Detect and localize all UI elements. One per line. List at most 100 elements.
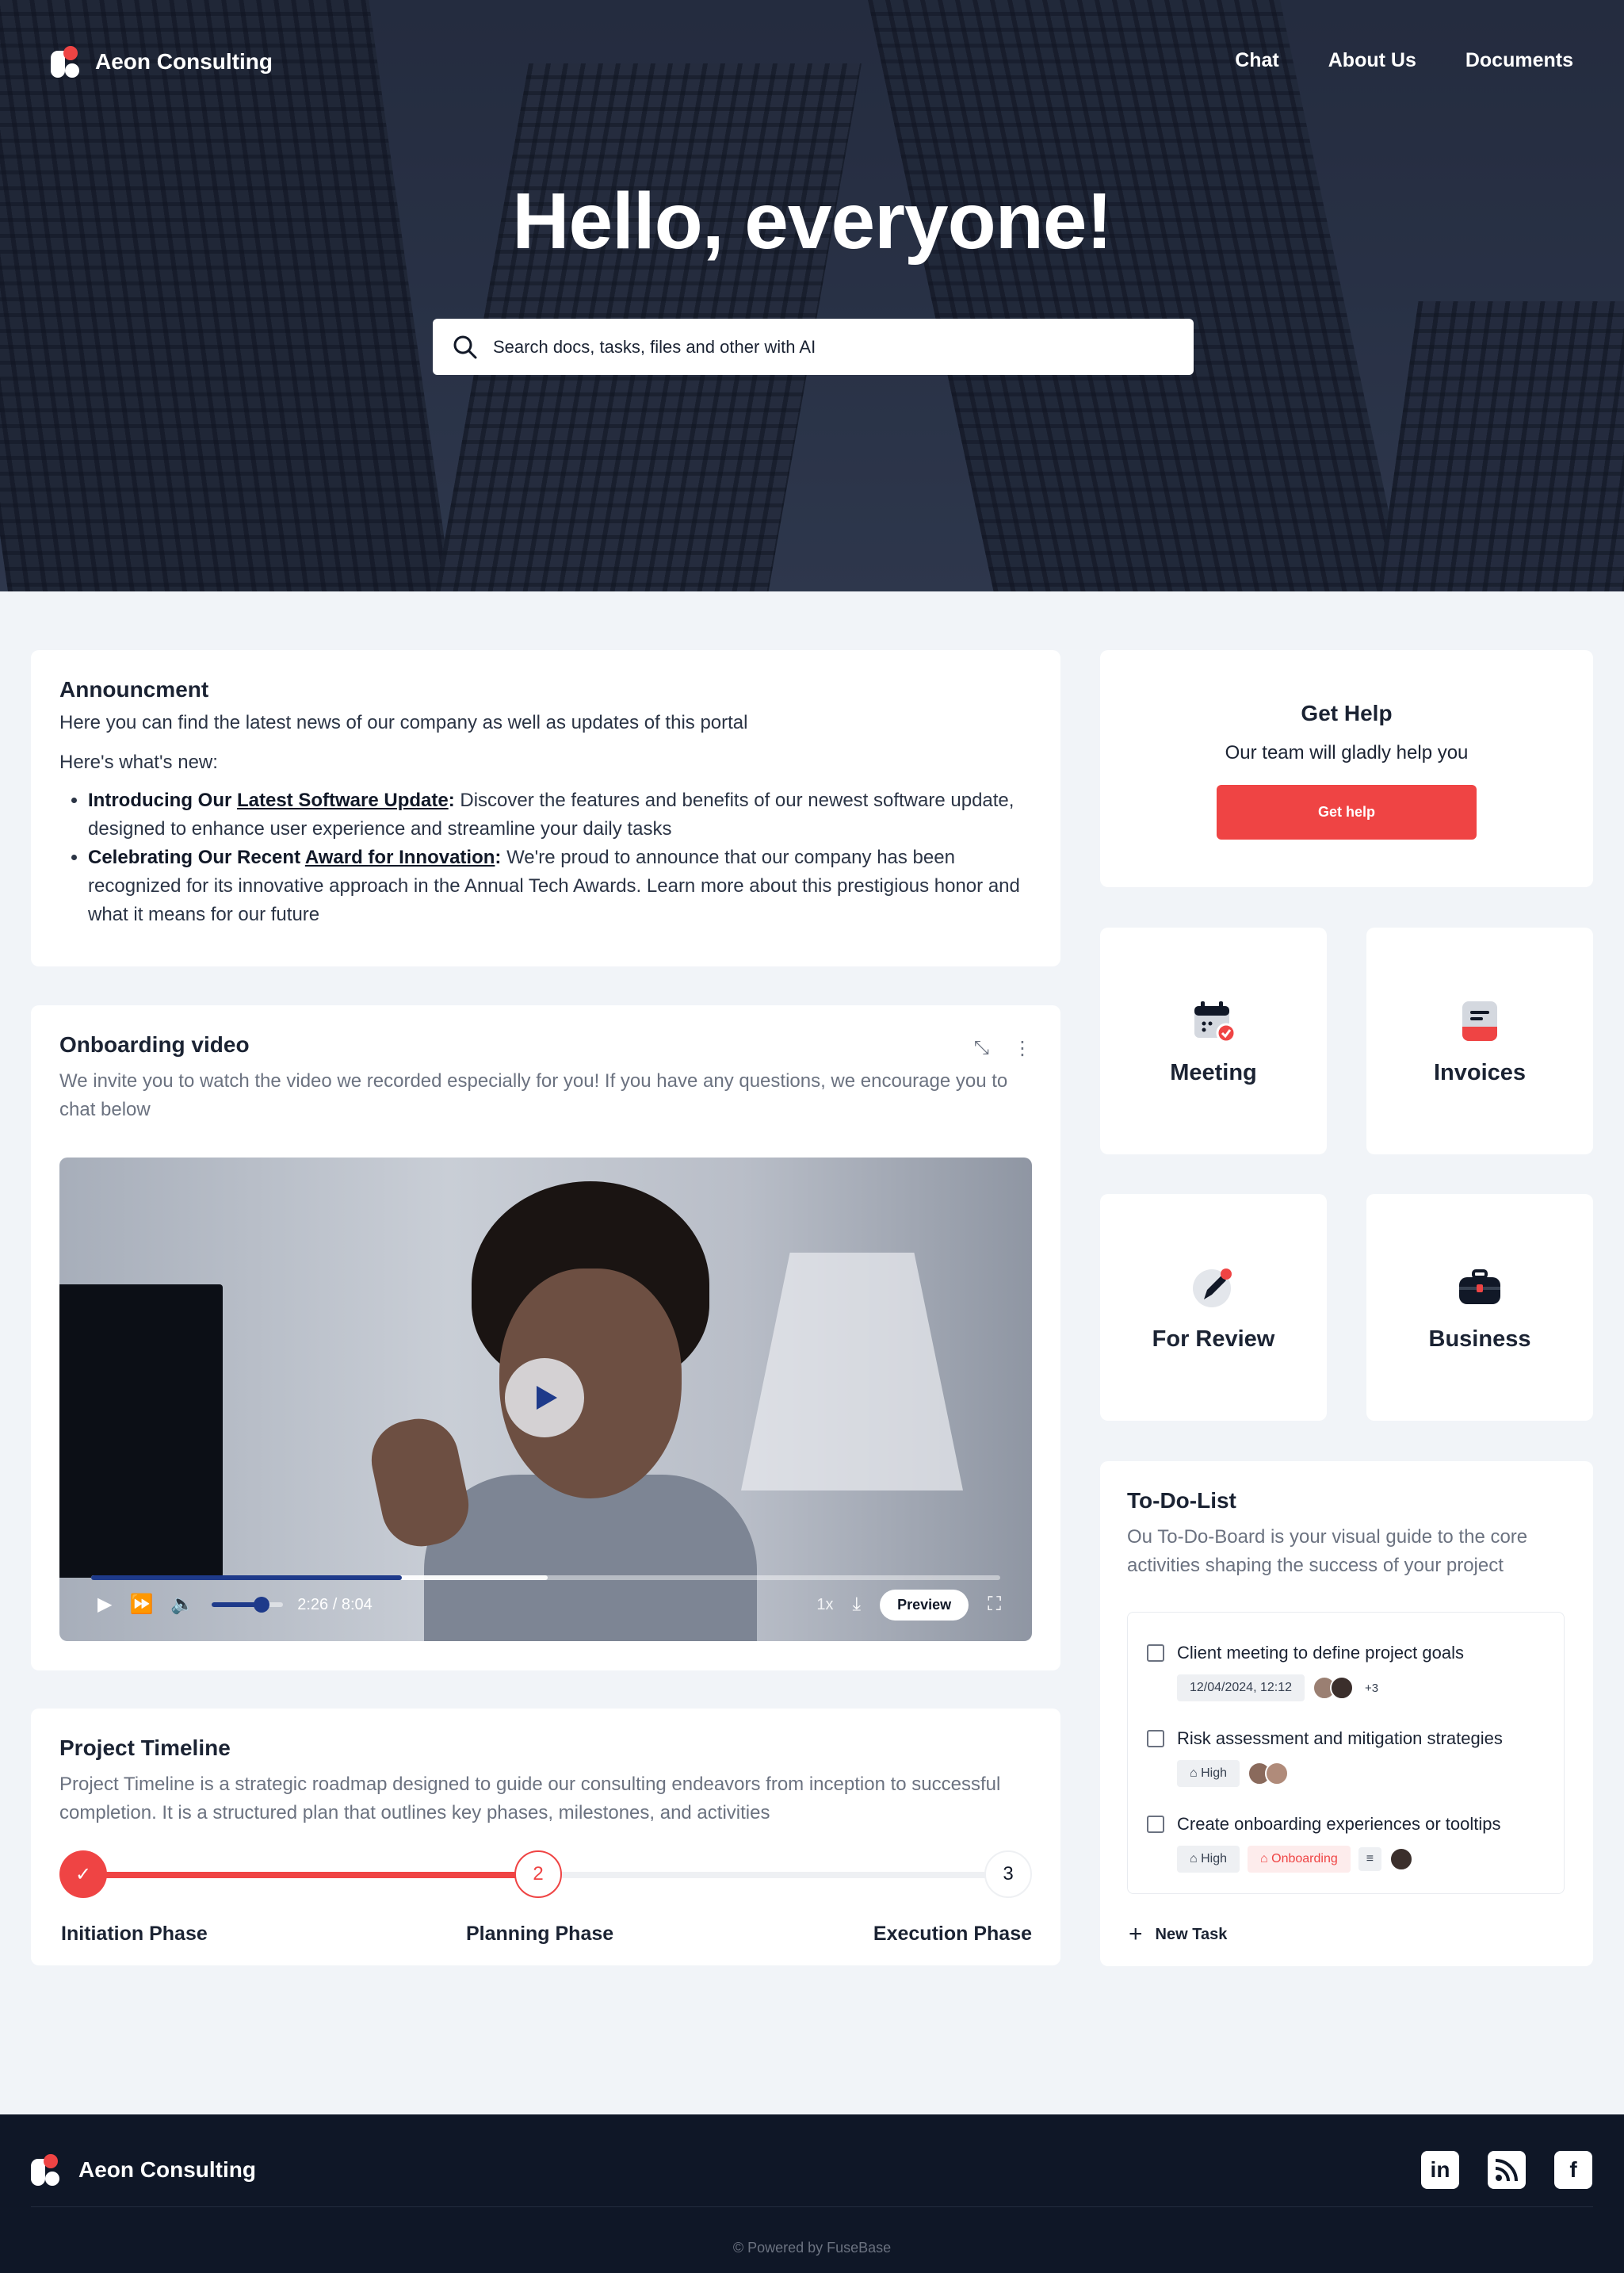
more-options-icon[interactable]: ⋮ bbox=[1013, 1037, 1032, 1060]
hero-banner: Aeon Consulting Chat About Us Documents … bbox=[0, 0, 1624, 591]
powered-by[interactable]: © Powered by FuseBase bbox=[0, 2240, 1624, 2256]
task-text[interactable]: Create onboarding experiences or tooltip… bbox=[1177, 1814, 1500, 1835]
priority-label: High bbox=[1201, 1766, 1228, 1780]
todo-card: To-Do-List Ou To-Do-Board is your visual… bbox=[1100, 1461, 1593, 1966]
footer-brand[interactable]: Aeon Consulting bbox=[31, 2154, 256, 2186]
tag-icon: ⌂ bbox=[1190, 1766, 1202, 1780]
volume-knob[interactable] bbox=[254, 1597, 270, 1613]
video-time: 2:26 / 8:04 bbox=[297, 1595, 373, 1613]
task-text[interactable]: Risk assessment and mitigation strategie… bbox=[1177, 1728, 1503, 1749]
task-checkbox[interactable] bbox=[1147, 1816, 1164, 1833]
preview-button[interactable]: Preview bbox=[880, 1589, 969, 1621]
todo-item: Create onboarding experiences or tooltip… bbox=[1147, 1814, 1500, 1873]
timeline-label-execution: Execution Phase bbox=[873, 1923, 1032, 1945]
timeline-progress bbox=[83, 1872, 546, 1878]
todo-item: Client meeting to define project goals 1… bbox=[1147, 1643, 1464, 1701]
brand[interactable]: Aeon Consulting bbox=[51, 46, 273, 78]
nav-documents[interactable]: Documents bbox=[1465, 49, 1573, 72]
tile-meeting[interactable]: Meeting bbox=[1100, 928, 1327, 1154]
nav-chat[interactable]: Chat bbox=[1235, 49, 1279, 72]
onboarding-tag[interactable]: ⌂ Onboarding bbox=[1248, 1846, 1351, 1873]
timeline-step-execution[interactable]: 3 bbox=[984, 1850, 1032, 1898]
new-task-button[interactable]: + New Task bbox=[1129, 1921, 1227, 1948]
onboarding-title: Onboarding video bbox=[59, 1032, 250, 1057]
tile-label: Invoices bbox=[1433, 1059, 1527, 1085]
task-assignees[interactable] bbox=[1248, 1762, 1290, 1785]
nav-about-us[interactable]: About Us bbox=[1328, 49, 1416, 72]
tile-invoices[interactable]: Invoices bbox=[1366, 928, 1593, 1154]
get-help-button[interactable]: Get help bbox=[1217, 785, 1477, 840]
video-background-tv bbox=[59, 1284, 223, 1578]
announcement-intro: Here you can find the latest news of our… bbox=[59, 712, 748, 733]
plus-icon: + bbox=[1129, 1921, 1143, 1947]
timeline-desc: Project Timeline is a strategic roadmap … bbox=[59, 1774, 1001, 1823]
description-icon[interactable]: ≡ bbox=[1358, 1847, 1382, 1871]
video-presenter bbox=[364, 1181, 757, 1641]
onboarding-card: Onboarding video ⤡ ⋮ We invite you to wa… bbox=[31, 1005, 1060, 1670]
video-played bbox=[91, 1575, 403, 1580]
video-player[interactable]: ▶ ⏩ 🔈 2:26 / 8:04 1x ⤓ Preview ⛶ bbox=[59, 1158, 1032, 1641]
todo-item: Risk assessment and mitigation strategie… bbox=[1147, 1728, 1503, 1787]
tile-label: Meeting bbox=[1170, 1059, 1257, 1085]
tile-business[interactable]: Business bbox=[1366, 1194, 1593, 1421]
invoice-icon bbox=[1462, 1001, 1497, 1041]
volume-slider[interactable] bbox=[212, 1597, 284, 1613]
top-nav: Aeon Consulting Chat About Us Documents bbox=[0, 0, 1624, 127]
footer-divider bbox=[31, 2206, 1593, 2207]
play-icon[interactable]: ▶ bbox=[97, 1595, 112, 1614]
social-links: in f bbox=[1421, 2151, 1592, 2189]
task-assignees[interactable] bbox=[1389, 1847, 1414, 1871]
announcement-item-lead: Celebrating Our Recent bbox=[88, 847, 305, 868]
search-input[interactable]: Search docs, tasks, files and other with… bbox=[433, 319, 1194, 375]
playback-speed[interactable]: 1x bbox=[816, 1596, 833, 1614]
search-icon bbox=[453, 335, 477, 358]
pen-icon bbox=[1193, 1268, 1232, 1307]
play-icon bbox=[537, 1386, 557, 1410]
linkedin-icon[interactable]: in bbox=[1421, 2151, 1459, 2189]
video-progress-bar[interactable] bbox=[91, 1575, 1000, 1580]
todo-title: To-Do-List bbox=[1127, 1488, 1236, 1513]
hero-title: Hello, everyone! bbox=[512, 177, 1113, 266]
software-update-link[interactable]: Latest Software Update bbox=[237, 790, 449, 811]
timeline-label-initiation: Initiation Phase bbox=[61, 1923, 208, 1945]
tag-icon: ⌂ bbox=[1190, 1852, 1202, 1865]
task-text[interactable]: Client meeting to define project goals bbox=[1177, 1643, 1464, 1663]
fullscreen-icon[interactable]: ⛶ bbox=[988, 1595, 1001, 1614]
task-assignees[interactable] bbox=[1313, 1676, 1355, 1700]
tile-for-review[interactable]: For Review bbox=[1100, 1194, 1327, 1421]
facebook-icon[interactable]: f bbox=[1554, 2151, 1592, 2189]
briefcase-icon bbox=[1459, 1269, 1500, 1304]
timeline-label-planning: Planning Phase bbox=[466, 1923, 614, 1945]
project-timeline-card: Project Timeline Project Timeline is a s… bbox=[31, 1709, 1060, 1965]
play-overlay-button[interactable] bbox=[505, 1358, 584, 1437]
priority-tag[interactable]: ⌂ High bbox=[1177, 1760, 1240, 1787]
brand-name: Aeon Consulting bbox=[95, 49, 273, 74]
avatar bbox=[1389, 1847, 1414, 1871]
task-checkbox[interactable] bbox=[1147, 1730, 1164, 1747]
timeline-track: ✓ 2 3 bbox=[59, 1850, 1032, 1898]
priority-label: High bbox=[1201, 1852, 1228, 1865]
video-background-lamp bbox=[741, 1253, 963, 1490]
footer-brand-name: Aeon Consulting bbox=[78, 2157, 256, 2182]
fast-forward-icon[interactable]: ⏩ bbox=[129, 1595, 153, 1614]
task-checkbox[interactable] bbox=[1147, 1644, 1164, 1662]
rss-icon[interactable] bbox=[1488, 2151, 1526, 2189]
new-task-label: New Task bbox=[1155, 1925, 1228, 1943]
award-link[interactable]: Award for Innovation bbox=[305, 847, 495, 868]
footer: Aeon Consulting in f © Powered by FuseBa… bbox=[0, 2114, 1624, 2273]
calendar-check-icon bbox=[1194, 1001, 1236, 1043]
volume-icon[interactable]: 🔈 bbox=[170, 1595, 194, 1614]
collapse-icon[interactable]: ⤡ bbox=[974, 1037, 989, 1060]
timeline-title: Project Timeline bbox=[59, 1735, 231, 1760]
download-icon[interactable]: ⤓ bbox=[853, 1595, 862, 1614]
tag-icon: ⌂ bbox=[1260, 1852, 1272, 1865]
search-placeholder: Search docs, tasks, files and other with… bbox=[493, 336, 816, 357]
announcement-item: Introducing Our Latest Software Update: … bbox=[88, 786, 1032, 844]
tile-label: For Review bbox=[1152, 1326, 1275, 1352]
announcement-item-colon: : bbox=[448, 790, 455, 811]
brand-logo bbox=[51, 46, 81, 78]
timeline-step-initiation[interactable]: ✓ bbox=[59, 1850, 107, 1898]
task-date[interactable]: 12/04/2024, 12:12 bbox=[1177, 1674, 1305, 1701]
timeline-step-planning[interactable]: 2 bbox=[514, 1850, 562, 1898]
priority-tag[interactable]: ⌂ High bbox=[1177, 1846, 1240, 1873]
